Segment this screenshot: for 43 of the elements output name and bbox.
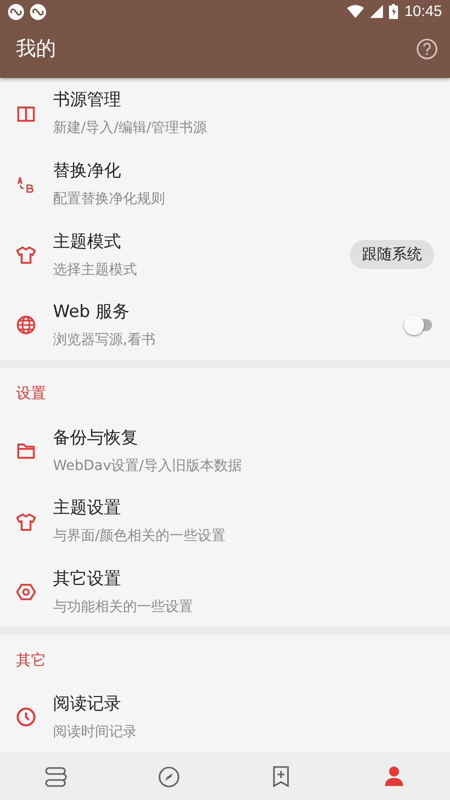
- hexagon-icon: [16, 582, 36, 602]
- section-header: 设置: [16, 384, 46, 404]
- item-subtitle: 与功能相关的一些设置: [53, 598, 194, 616]
- bookshelf-icon: [44, 764, 68, 788]
- item-title: 备份与恢复: [53, 426, 139, 449]
- settings-item[interactable]: 书源管理 新建/导入/编辑/管理书源: [0, 78, 450, 148]
- item-title: 其它设置: [53, 568, 122, 590]
- settings-item[interactable]: Web 服务 浏览器写源,看书: [0, 290, 450, 360]
- theme-mode-chip[interactable]: 跟随系统: [350, 240, 434, 269]
- item-title: 书源管理: [53, 89, 122, 112]
- settings-item[interactable]: 其它设置 与功能相关的一些设置: [0, 556, 450, 627]
- notification-icon: [8, 4, 24, 20]
- section-header: 其它: [16, 650, 46, 670]
- clock-icon: [16, 706, 36, 727]
- item-subtitle: 选择主题模式: [53, 260, 138, 279]
- signal-icon: [370, 5, 384, 18]
- clock-time: 10:45: [404, 3, 442, 20]
- wifi-icon: [347, 5, 364, 18]
- item-title: Web 服务: [53, 301, 130, 324]
- notification-icon: [30, 4, 46, 20]
- item-subtitle: 阅读时间记录: [53, 723, 138, 742]
- settings-item[interactable]: 阅读记录 阅读时间记录: [0, 682, 450, 752]
- shirt-icon: [16, 510, 36, 531]
- toggle-switch[interactable]: [404, 314, 434, 335]
- shirt-icon: [16, 244, 36, 264]
- settings-item[interactable]: 主题设置 与界面/颜色相关的一些设置: [0, 486, 450, 556]
- globe-icon: [16, 314, 36, 335]
- item-title: 主题模式: [53, 230, 122, 253]
- settings-item[interactable]: 替换净化 配置替换净化规则: [0, 148, 450, 219]
- page-title: 我的: [16, 35, 57, 62]
- help-icon[interactable]: [416, 38, 438, 60]
- item-title: 主题设置: [53, 497, 122, 520]
- item-title: 替换净化: [53, 160, 122, 182]
- compass-icon: [156, 764, 181, 788]
- item-subtitle: 与界面/颜色相关的一些设置: [53, 527, 227, 546]
- item-subtitle: 新建/导入/编辑/管理书源: [53, 119, 208, 138]
- item-title: 阅读记录: [53, 693, 122, 716]
- item-subtitle: 浏览器写源,看书: [53, 331, 156, 350]
- settings-item[interactable]: 主题模式 选择主题模式 跟随系统: [0, 218, 450, 290]
- item-subtitle: WebDav设置/导入旧版本数据: [53, 456, 243, 475]
- item-subtitle: 配置替换净化规则: [53, 190, 166, 208]
- settings-item[interactable]: 备份与恢复 WebDav设置/导入旧版本数据: [0, 414, 450, 486]
- battery-icon: [389, 4, 398, 20]
